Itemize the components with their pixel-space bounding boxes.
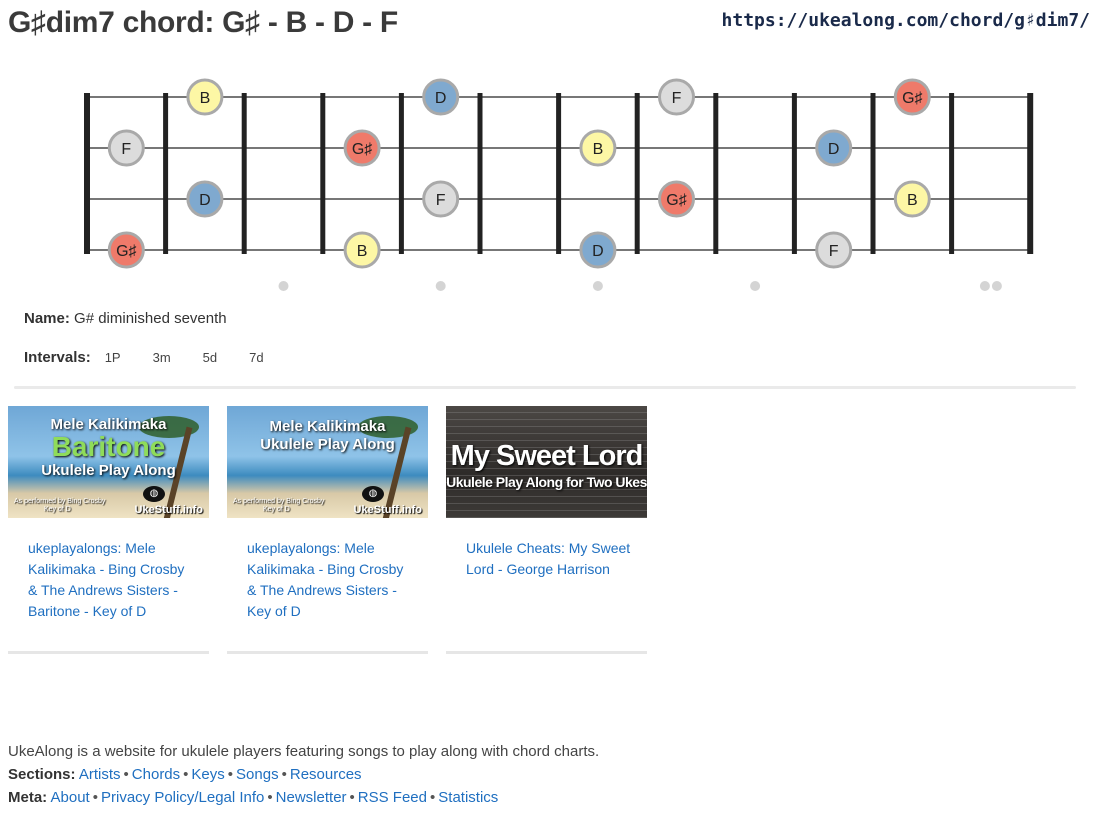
note-marker: F	[107, 129, 145, 167]
chord-fretboard-diagram: B D F G♯ F G♯ B D D F G♯ B G♯ B D F	[84, 78, 1034, 291]
thumbnail-title: Mele Kalikimaka	[269, 418, 386, 435]
video-card[interactable]: Mele Kalikimaka Ukulele Play Along ◍ As …	[227, 406, 428, 654]
interval-item: 1P	[104, 350, 121, 365]
note-label: B	[200, 90, 211, 107]
interval-item: 5d	[202, 350, 218, 365]
fret-marker-dot	[979, 281, 990, 291]
footer-link-songs[interactable]: Songs	[236, 766, 279, 783]
note-marker: F	[815, 231, 853, 269]
note-label: G♯	[902, 90, 922, 107]
video-card-link[interactable]: ukeplayalongs: Mele Kalikimaka - Bing Cr…	[247, 538, 412, 622]
footer-link-keys[interactable]: Keys	[191, 766, 224, 783]
note-label: D	[199, 192, 211, 209]
note-label: D	[592, 243, 604, 260]
note-label: B	[593, 141, 604, 158]
fret-marker-dot	[278, 281, 289, 291]
footer-sections: Sections: Artists • Chords • Keys • Songs • Reso…	[8, 766, 362, 783]
sections-label: Sections:	[8, 766, 76, 783]
note-marker: D	[579, 231, 617, 269]
note-marker: G♯	[893, 78, 931, 116]
footer-link-newsletter[interactable]: Newsletter	[276, 789, 347, 806]
thumbnail-subtitle: Ukulele Play Along for Two Ukes	[446, 474, 647, 490]
note-marker: G♯	[107, 231, 145, 269]
video-card[interactable]: My Sweet Lord Ukulele Play Along for Two…	[446, 406, 647, 654]
video-thumbnail[interactable]: Mele Kalikimaka Ukulele Play Along ◍ As …	[227, 406, 428, 518]
thumbnail-watermark: UkeStuff.info	[353, 504, 422, 516]
note-label: F	[672, 90, 682, 107]
note-marker: D	[815, 129, 853, 167]
fret-marker-dot	[435, 281, 446, 291]
thumbnail-subtitle: Ukulele Play Along	[41, 462, 176, 479]
note-marker: B	[186, 78, 224, 116]
ukulele-logo-icon: ◍	[143, 486, 165, 502]
chord-name-value: G# diminished seventh	[74, 310, 227, 327]
interval-item: 3m	[152, 350, 171, 365]
thumbnail-watermark: UkeStuff.info	[134, 504, 203, 516]
note-marker: B	[579, 129, 617, 167]
page-url: https://ukealong.com/chord/g♯dim7/	[721, 10, 1090, 31]
note-marker: G♯	[343, 129, 381, 167]
chord-name-row: Name: G# diminished seventh	[24, 310, 227, 327]
footer-description: UkeAlong is a website for ukulele player…	[8, 743, 600, 760]
ukulele-logo-icon: ◍	[362, 486, 384, 502]
note-label: G♯	[116, 243, 136, 260]
video-card-link[interactable]: ukeplayalongs: Mele Kalikimaka - Bing Cr…	[28, 538, 193, 622]
section-divider	[14, 386, 1076, 389]
footer-link-chords[interactable]: Chords	[132, 766, 180, 783]
site-footer: UkeAlong is a website for ukulele player…	[8, 740, 599, 809]
thumbnail-performer: As performed by Bing Crosby Key of D	[14, 498, 106, 513]
interval-item: 7d	[249, 350, 264, 365]
footer-link-privacy[interactable]: Privacy Policy/Legal Info	[101, 789, 264, 806]
note-label: F	[121, 141, 131, 158]
note-label: D	[435, 90, 447, 107]
note-label: B	[357, 243, 368, 260]
note-marker: D	[186, 180, 224, 218]
footer-link-statistics[interactable]: Statistics	[438, 789, 498, 806]
fret-marker-dot	[592, 281, 603, 291]
meta-label: Meta:	[8, 789, 48, 806]
page-title: G♯dim7 chord: G♯ - B - D - F	[8, 6, 398, 39]
note-marker: G♯	[658, 180, 695, 218]
video-card-link[interactable]: Ukulele Cheats: My Sweet Lord - George H…	[466, 538, 631, 580]
note-marker: F	[422, 180, 460, 218]
note-label: G♯	[666, 192, 686, 209]
note-marker: F	[658, 78, 695, 116]
intervals-label: Intervals:	[24, 349, 91, 366]
video-card[interactable]: Mele Kalikimaka Baritone Ukulele Play Al…	[8, 406, 209, 654]
note-marker: B	[343, 231, 381, 269]
note-label: D	[828, 141, 840, 158]
fret-marker-dot	[991, 281, 1002, 291]
chord-intervals-row: Intervals: 1P 3m 5d 7d	[24, 349, 296, 366]
chord-name-label: Name:	[24, 310, 70, 327]
thumbnail-title: My Sweet Lord	[450, 440, 644, 472]
footer-link-resources[interactable]: Resources	[290, 766, 362, 783]
note-label: F	[436, 192, 446, 209]
note-marker: D	[422, 78, 460, 116]
video-thumbnail[interactable]: Mele Kalikimaka Baritone Ukulele Play Al…	[8, 406, 209, 518]
related-videos: Mele Kalikimaka Baritone Ukulele Play Al…	[8, 406, 665, 654]
thumbnail-performer: As performed by Bing Crosby Key of D	[233, 498, 325, 513]
footer-link-artists[interactable]: Artists	[79, 766, 121, 783]
footer-link-about[interactable]: About	[51, 789, 90, 806]
video-thumbnail[interactable]: My Sweet Lord Ukulele Play Along for Two…	[446, 406, 647, 518]
thumbnail-headline: Baritone	[51, 431, 166, 462]
fret-marker-dot	[750, 281, 761, 291]
note-label: B	[907, 192, 918, 209]
note-marker: B	[893, 180, 931, 218]
note-label: F	[829, 243, 839, 260]
footer-link-rss-feed[interactable]: RSS Feed	[358, 789, 427, 806]
note-label: G♯	[352, 141, 372, 158]
footer-meta: Meta: About • Privacy Policy/Legal Info • Ne…	[8, 789, 499, 806]
thumbnail-subtitle: Ukulele Play Along	[260, 436, 395, 453]
